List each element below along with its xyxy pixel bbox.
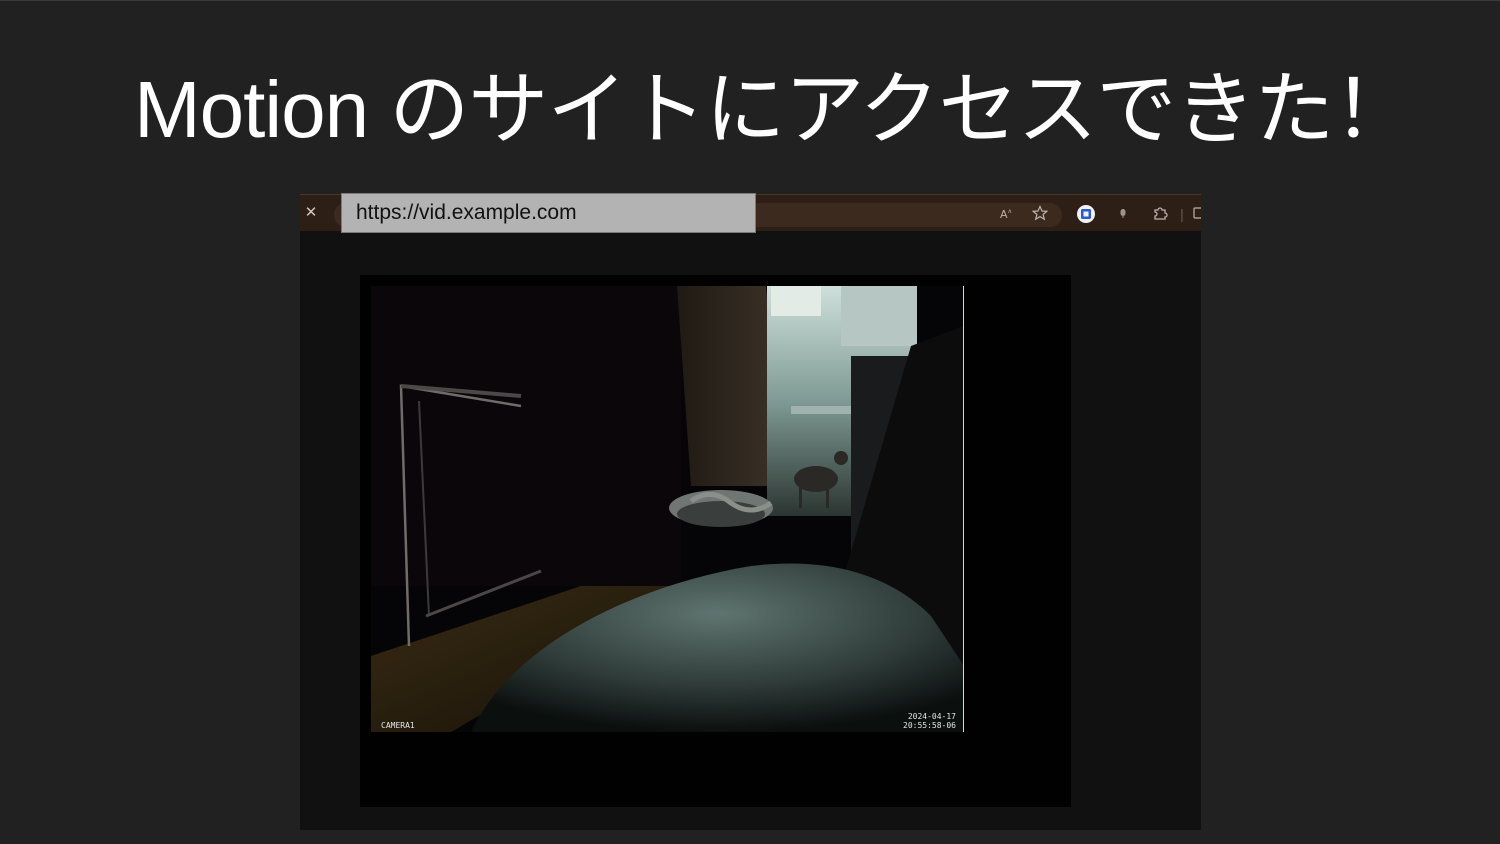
close-icon[interactable]: ✕: [303, 203, 319, 223]
camera-time: 20:55:58-06: [903, 721, 956, 730]
browser-window: ✕ https://vid.example.com Aʌ | CAMERA1 2…: [300, 193, 1201, 830]
browser-toolbar: ✕ https://vid.example.com Aʌ |: [300, 193, 1201, 233]
slide-top-border: [0, 0, 1500, 1]
extensions-puzzle-icon[interactable]: [1151, 205, 1169, 223]
camera-name-overlay: CAMERA1: [381, 721, 415, 730]
split-screen-icon[interactable]: [1192, 205, 1201, 223]
feed-right-edge: [963, 286, 964, 732]
mic-icon[interactable]: [1115, 205, 1131, 223]
svg-text:ʌ: ʌ: [1008, 208, 1012, 215]
read-aloud-icon[interactable]: Aʌ: [998, 205, 1016, 223]
page-viewport: CAMERA1 2024-04-17 20:55:58-06: [360, 275, 1071, 807]
camera-date: 2024-04-17: [907, 712, 956, 721]
camera-timestamp-overlay: 2024-04-17 20:55:58-06: [903, 712, 956, 730]
extension-badge-icon[interactable]: [1075, 204, 1097, 223]
slide-title: Motion のサイトにアクセスできた！: [134, 65, 1413, 154]
svg-text:A: A: [1000, 208, 1008, 221]
toolbar-divider: |: [1180, 206, 1184, 222]
camera-feed: CAMERA1 2024-04-17 20:55:58-06: [371, 286, 964, 732]
url-text[interactable]: https://vid.example.com: [341, 193, 756, 233]
camera-feed-image: [371, 286, 964, 732]
favorite-star-icon[interactable]: [1031, 205, 1049, 223]
